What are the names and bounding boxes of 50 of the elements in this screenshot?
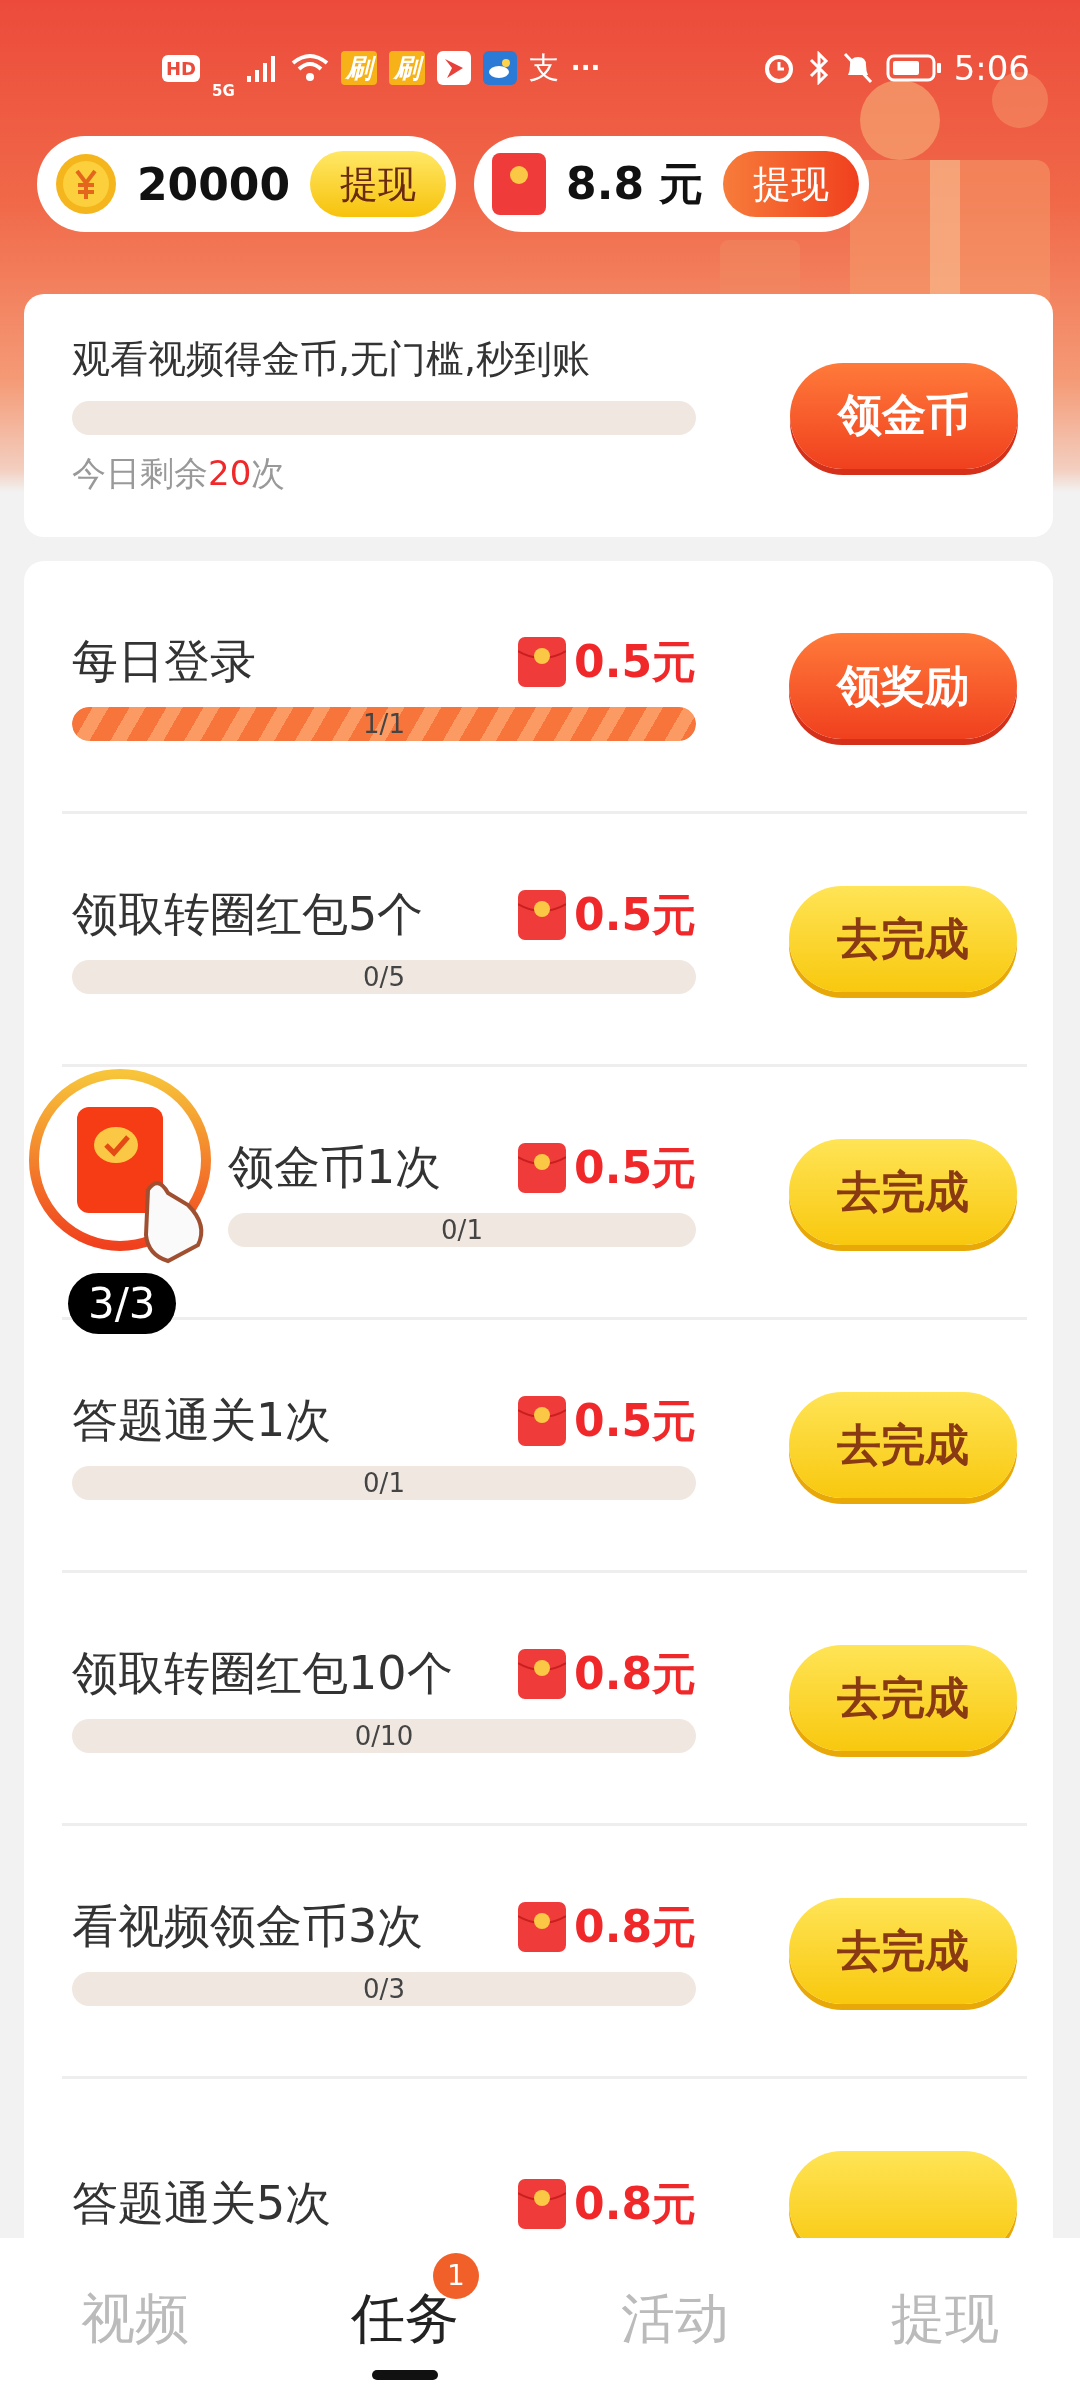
progress-label: 0/10 [354, 1721, 414, 1751]
task-title: 领金币1次 [228, 1139, 442, 1196]
weather-icon [482, 51, 517, 85]
more-notifications: ··· [570, 53, 601, 83]
reward-amount: 0.5元 [574, 1393, 696, 1448]
withdraw-button[interactable]: 提现 [723, 151, 860, 217]
reward-amount: 0.8元 [574, 2176, 696, 2231]
envelope-icon [518, 1649, 567, 1699]
bluetooth-icon [807, 51, 830, 85]
envelope-icon [518, 1396, 567, 1446]
balance-amount: 20000 [137, 158, 291, 210]
reward-amount: 0.8元 [574, 1899, 696, 1954]
reward-amount: 0.5元 [574, 1140, 696, 1195]
clock-time: 5:06 [953, 48, 1030, 88]
progress-label: 0/1 [441, 1215, 483, 1245]
envelope-icon [492, 153, 547, 215]
wifi-icon [290, 53, 329, 83]
mute-icon [841, 51, 874, 85]
envelope-icon [518, 890, 567, 940]
progress-label: 0/5 [363, 962, 405, 992]
progress-label: 0/1 [363, 1468, 405, 1498]
balance-amount: 8.8 元 [566, 156, 704, 211]
reward-amount: 0.8元 [574, 1646, 696, 1701]
task-title: 领取转圈红包5个 [72, 886, 424, 943]
coin-icon [55, 153, 117, 215]
envelope-icon [518, 1143, 567, 1193]
network-label: 5G [212, 82, 235, 100]
envelope-icon [518, 2179, 567, 2229]
reward-amount: 0.5元 [574, 887, 696, 942]
progress-label: 1/1 [363, 709, 405, 739]
pay-app-icon: 支 [528, 47, 559, 89]
progress-label: 0/3 [363, 1974, 405, 2004]
task-title: 看视频领金币3次 [72, 1898, 424, 1955]
withdraw-button[interactable]: 提现 [310, 151, 447, 217]
app-icon: 刷 [388, 51, 425, 85]
task-title: 领取转圈红包10个 [72, 1645, 453, 1702]
battery-icon [885, 53, 942, 83]
app-icon: 刷 [340, 51, 377, 85]
task-title: 每日登录 [72, 633, 256, 690]
task-title: 答题通关1次 [72, 1392, 332, 1449]
remaining-count: 今日剩余20次 [72, 452, 287, 495]
widget-counter: 3/3 [68, 1273, 176, 1334]
notification-badge: 1 [433, 2252, 479, 2299]
video-task-title: 观看视频得金币,无门槛,秒到账 [72, 336, 592, 383]
active-indicator [372, 2369, 438, 2380]
hd-badge: HD [162, 54, 200, 82]
task-title: 答题通关5次 [72, 2175, 332, 2232]
reward-amount: 0.5元 [574, 634, 696, 689]
envelope-icon [518, 1902, 567, 1952]
envelope-icon [518, 637, 567, 687]
